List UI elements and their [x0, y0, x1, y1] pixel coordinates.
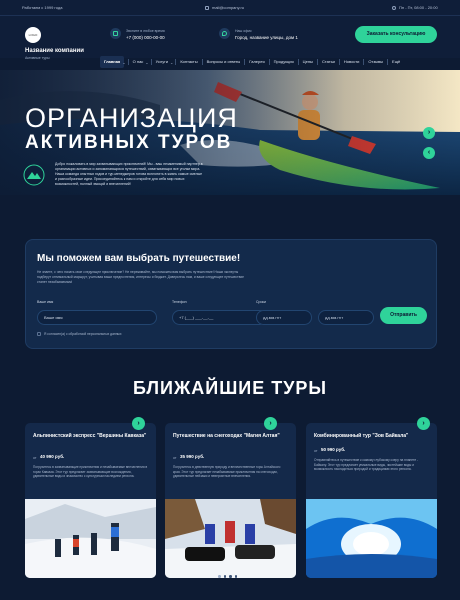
nav-item[interactable]: Вопросы и ответы [203, 56, 245, 68]
clock-icon [392, 6, 396, 10]
main-nav: Главная ⌄ О нас ⌄ Услуги ⌄ Контакты Вопросы и о… [100, 56, 404, 68]
email-text: mail@company.ru [212, 5, 244, 10]
nav-item[interactable]: Услуги [152, 56, 172, 68]
tour-card-caucasus[interactable]: Альпинистский экспресс "Вершины Кавказа"… [25, 423, 156, 578]
top-info-bar: Работаем с 1999 года mail@company.ru Пн … [0, 0, 460, 16]
hero-description: Добро пожаловать в мир захватывающих при… [55, 162, 203, 186]
tours-section-title: БЛИЖАЙШИЕ ТУРЫ [132, 378, 328, 398]
hero-next-arrow-icon[interactable]: › [423, 127, 435, 139]
tour-price-prefix: от [33, 456, 37, 460]
location-icon [219, 28, 230, 39]
nav-item[interactable]: Цены [299, 56, 317, 68]
nav-item[interactable]: Продукция [270, 56, 298, 68]
hero-prev-arrow-icon[interactable]: ‹ [423, 147, 435, 159]
address-value: Город, название улицы, дом 1 [235, 35, 298, 40]
nav-item[interactable]: Ещё [388, 56, 404, 68]
nav-item[interactable]: Контакты [176, 56, 201, 68]
checkbox-icon [37, 332, 41, 336]
phone-number: +7 (000) 000-00-00 [126, 35, 165, 40]
carousel-dot[interactable] [229, 575, 232, 578]
nav-item[interactable]: Новости [340, 56, 363, 68]
working-hours: Пн - Пт, 08:00 - 20:00 [392, 5, 438, 10]
tour-title: Комбинированный тур "Зов Байкала" [314, 433, 409, 439]
consent-checkbox[interactable]: Я согласен(а) с обработкой персональных … [37, 332, 122, 336]
company-name: Название компании [25, 48, 84, 54]
consent-text: Я согласен(а) с обработкой персональных … [44, 332, 122, 336]
hero-banner: ОРГАНИЗАЦИЯ АКТИВНЫХ ТУРОВ Добро пожалов… [0, 70, 460, 195]
tour-card-baikal[interactable]: Комбинированный тур "Зов Байкала" от 50 … [306, 423, 437, 578]
tour-request-form: Мы поможем вам выбрать путешествие! Не з… [25, 239, 437, 349]
carousel-dots [218, 575, 237, 578]
nav-item[interactable]: Отзывы [364, 56, 387, 68]
logo[interactable]: LOGO [25, 27, 41, 43]
hours-text: Пн - Пт, 08:00 - 20:00 [399, 5, 438, 10]
order-consultation-button[interactable]: Заказать консультацию [355, 26, 437, 43]
tour-title: Альпинистский экспресс "Вершины Кавказа" [33, 433, 147, 439]
nav-item[interactable]: Главная [100, 56, 125, 68]
tour-price-prefix: от [314, 449, 318, 453]
tour-description: Погрузитесь в захватывающие приключения … [33, 465, 148, 479]
logo-text: LOGO [28, 33, 38, 37]
mail-icon [205, 6, 209, 10]
dates-label: Сроки [256, 300, 266, 304]
name-label: Ваше имя [37, 300, 54, 304]
nav-item[interactable]: Галерея [245, 56, 268, 68]
tour-image-ice-cave [306, 499, 437, 578]
tour-card-altai-arrow-icon[interactable]: › [264, 417, 277, 430]
company-tagline: Активные туры [25, 56, 50, 60]
tour-description: Погрузитесь в девственную природу и вели… [173, 465, 281, 479]
name-input[interactable]: Ваше имя [37, 310, 157, 325]
phone-label: Звоните в любое время [126, 29, 165, 33]
tour-image-snowmobiles [165, 499, 296, 578]
carousel-dot[interactable] [234, 575, 237, 578]
tour-card-caucasus-arrow-icon[interactable]: › [132, 417, 145, 430]
carousel-dot[interactable] [223, 575, 226, 578]
date-from-input[interactable]: дд.мм.гггг [256, 310, 312, 325]
since-text: Работаем с 1999 года [22, 5, 63, 10]
nav-item[interactable]: Статьи [318, 56, 339, 68]
tour-description: Отправляйтесь в путешествие к самому глу… [314, 458, 419, 472]
chevron-down-icon: ⌄ [145, 59, 149, 65]
tour-price-prefix: от [173, 456, 177, 460]
send-button[interactable]: Отправить [380, 307, 427, 324]
phone-icon [110, 28, 121, 39]
tour-price: 35 990 руб. [180, 454, 205, 459]
tour-image-mountaineers [25, 499, 156, 578]
email-link[interactable]: mail@company.ru [205, 5, 244, 10]
phone-label: Телефон [172, 300, 187, 304]
address-label: Наш офис [235, 29, 252, 33]
tour-price: 50 990 руб. [321, 447, 346, 452]
form-description: Не знаете, с чего начать свое следующее … [37, 270, 244, 284]
carousel-dot[interactable] [218, 575, 221, 578]
chevron-down-icon: ⌄ [169, 59, 174, 65]
hero-title-line-1: ОРГАНИЗАЦИЯ [25, 103, 238, 133]
chevron-down-icon: ⌄ [122, 59, 126, 65]
tour-title: Путешествие на снегоходах "Магия Алтая" [173, 433, 280, 439]
form-title: Мы поможем вам выбрать путешествие! [37, 253, 241, 264]
tour-price: 40 990 руб. [40, 454, 65, 459]
date-to-input[interactable]: дд.мм.гггг [318, 310, 374, 325]
tour-card-baikal-arrow-icon[interactable]: › [417, 417, 430, 430]
tour-card-altai[interactable]: Путешествие на снегоходах "Магия Алтая" … [165, 423, 296, 578]
mountain-emblem-icon [23, 164, 45, 186]
phone-input[interactable]: +7 (___) ___-__-__ [172, 310, 267, 325]
hero-title-line-2: АКТИВНЫХ ТУРОВ [25, 132, 233, 153]
